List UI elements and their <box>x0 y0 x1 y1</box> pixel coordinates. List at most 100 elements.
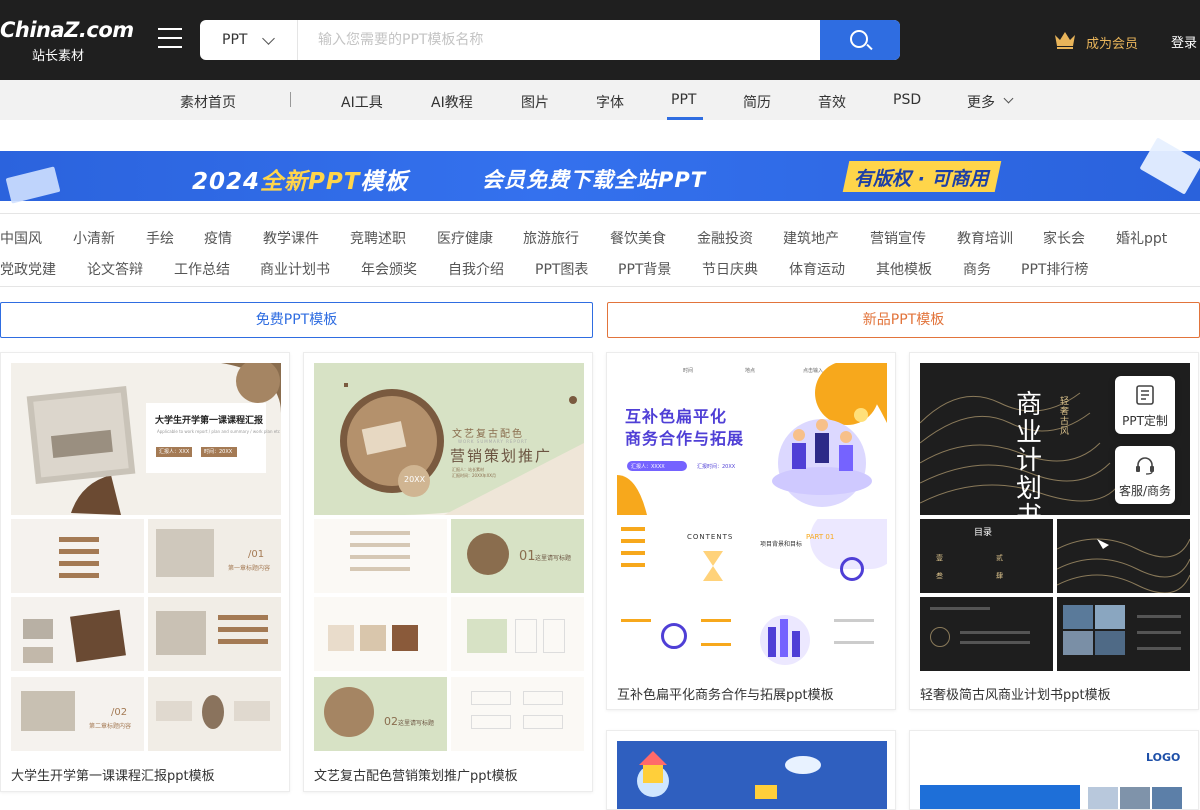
template-thumbnail: 大学生开学第一课课程汇报 Applicable to work report /… <box>11 363 281 515</box>
cover-side-label: 轻奢古风 <box>1060 397 1070 437</box>
tag-link[interactable]: 教育培训 <box>957 228 1013 248</box>
nav-item-ai-tools[interactable]: AI工具 <box>341 92 383 112</box>
template-title[interactable]: 文艺复古配色营销策划推广ppt模板 <box>314 765 518 784</box>
template-title[interactable]: 互补色扁平化商务合作与拓展ppt模板 <box>617 684 834 703</box>
tag-link[interactable]: 商务 <box>963 259 991 279</box>
slide-thumbnail <box>920 597 1053 671</box>
hamburger-menu-icon[interactable] <box>158 28 182 50</box>
slide-thumbnail <box>1057 597 1190 671</box>
customer-service-label: 客服/商务 <box>1118 484 1172 498</box>
slide-label: 第二章标题内容 <box>89 723 132 730</box>
template-card[interactable]: LOGO <box>909 730 1199 810</box>
slide-thumbnail <box>11 519 144 593</box>
slide-thumbnail <box>617 597 750 671</box>
cover-heading: 文艺复古配色 <box>452 429 524 440</box>
banner-title: 2024全新PPT模板 <box>192 169 409 195</box>
tag-link[interactable]: 营销宣传 <box>870 228 926 248</box>
banner-tag: 有版权 · 可商用 <box>854 168 989 190</box>
template-title[interactable]: 大学生开学第一课课程汇报ppt模板 <box>11 765 215 784</box>
logo-subtitle: 站长素材 <box>32 49 85 64</box>
tag-link[interactable]: 餐饮美食 <box>610 228 666 248</box>
tag-link[interactable]: 节日庆典 <box>702 259 758 279</box>
cover-tag: 汇报人：XXX <box>159 449 190 455</box>
slide-thumbnail: 01 这里请写标题 <box>451 519 584 593</box>
cover-badge: 20XX <box>404 475 426 484</box>
nav-divider <box>290 92 291 107</box>
tag-link[interactable]: 金融投资 <box>697 228 753 248</box>
search-category-dropdown[interactable]: PPT <box>200 20 298 60</box>
slide-thumbnail <box>451 597 584 671</box>
tag-link[interactable]: PPT排行榜 <box>1021 259 1088 279</box>
slide-thumbnail <box>754 597 887 671</box>
tag-link[interactable]: 党政党建 <box>0 259 56 279</box>
template-card[interactable]: 时间 地点 点击输入 互补色扁平化 商务合作与拓展 汇报人：XXXX 汇报时间：… <box>606 352 896 710</box>
tag-link[interactable]: 婚礼ppt <box>1116 228 1167 248</box>
nav-item-more[interactable]: 更多 <box>967 92 995 112</box>
search-category-label: PPT <box>222 32 248 48</box>
customer-service-button[interactable]: 客服/商务 <box>1115 446 1175 504</box>
search-button[interactable] <box>820 20 900 60</box>
nav-item-home[interactable]: 素材首页 <box>180 92 236 112</box>
logo-wordmark: ChinaZ.com <box>0 18 134 42</box>
cover-subtitle: WORK SUMMARY REPORT <box>458 439 528 444</box>
tag-link[interactable]: 年会颁奖 <box>361 259 417 279</box>
tag-link[interactable]: 手绘 <box>146 228 174 248</box>
tag-link[interactable]: 旅游旅行 <box>523 228 579 248</box>
template-title[interactable]: 轻奢极简古风商业计划书ppt模板 <box>920 684 1111 703</box>
login-link[interactable]: 登录 <box>1171 32 1197 51</box>
tag-link[interactable]: 家长会 <box>1043 228 1085 248</box>
tag-link[interactable]: 教学课件 <box>263 228 319 248</box>
tag-link[interactable]: PPT图表 <box>535 259 588 279</box>
tab-new-ppt[interactable]: 新品PPT模板 <box>607 302 1200 338</box>
promo-banner[interactable]: 2024全新PPT模板 会员免费下载全站PPT 有版权 · 可商用 <box>0 151 1200 201</box>
template-card[interactable]: 文艺复古配色 WORK SUMMARY REPORT 营销策划推广 汇报人：站长… <box>303 352 593 792</box>
cover-tag: 时间：20XX <box>204 449 233 455</box>
tag-link[interactable]: 体育运动 <box>789 259 845 279</box>
nav-item-ai-tutorials[interactable]: AI教程 <box>431 92 473 112</box>
nav-item-fonts[interactable]: 字体 <box>596 92 624 112</box>
tag-link[interactable]: 小清新 <box>73 228 115 248</box>
ppt-custom-button[interactable]: PPT定制 <box>1115 376 1175 434</box>
site-logo[interactable]: ChinaZ.com 站长素材 <box>0 14 134 66</box>
logo-placeholder: LOGO <box>1146 751 1181 764</box>
search-input[interactable] <box>318 20 818 60</box>
cover-meta: 汇报人：XXXX <box>631 464 665 470</box>
slide-thumbnail <box>1057 519 1190 593</box>
nav-item-psd[interactable]: PSD <box>893 92 921 108</box>
cover-heading: 商业计划书 <box>1016 390 1043 515</box>
nav-item-images[interactable]: 图片 <box>521 92 549 112</box>
tab-free-ppt[interactable]: 免费PPT模板 <box>0 302 593 338</box>
slide-label: 目录 <box>974 528 993 538</box>
tag-link[interactable]: 医疗健康 <box>437 228 493 248</box>
tag-link[interactable]: 自我介绍 <box>448 259 504 279</box>
tag-link[interactable]: 其他模板 <box>876 259 932 279</box>
slide-label: 叁 <box>936 572 943 580</box>
template-card[interactable]: 大学生开学第一课课程汇报 Applicable to work report /… <box>0 352 290 792</box>
slide-thumbnail: /01 第一章标题内容 <box>148 519 281 593</box>
nav-item-resume[interactable]: 简历 <box>743 92 771 112</box>
cover-heading: 营销策划推广 <box>450 447 553 465</box>
tag-link[interactable]: 中国风 <box>0 228 42 248</box>
tag-link[interactable]: 工作总结 <box>174 259 230 279</box>
template-card[interactable] <box>606 730 896 810</box>
tag-link[interactable]: 商业计划书 <box>260 259 330 279</box>
slide-thumbnail: 02 这里请写标题 <box>314 677 447 751</box>
tag-link[interactable]: 疫情 <box>204 228 232 248</box>
nav-item-ppt[interactable]: PPT <box>671 92 696 108</box>
tag-link[interactable]: 论文答辩 <box>87 259 143 279</box>
nav-item-sound[interactable]: 音效 <box>818 92 846 112</box>
cover-label: 时间 <box>683 368 694 374</box>
cover-heading: 大学生开学第一课课程汇报 <box>155 416 264 426</box>
cover-heading: 互补色扁平化 <box>625 407 728 426</box>
slide-thumbnail: CONTENTS <box>617 519 750 593</box>
slide-thumbnail <box>148 597 281 671</box>
slide-number: /01 <box>248 549 265 560</box>
cover-label: 地点 <box>745 368 756 374</box>
tag-link[interactable]: 建筑地产 <box>783 228 839 248</box>
tag-link[interactable]: PPT背景 <box>618 259 671 279</box>
template-thumbnail: 时间 地点 点击输入 互补色扁平化 商务合作与拓展 汇报人：XXXX 汇报时间：… <box>617 363 887 515</box>
tag-link[interactable]: 竞聘述职 <box>350 228 406 248</box>
slide-label: 肆 <box>996 572 1003 580</box>
cover-subtitle: Applicable to work report / plan and sum… <box>157 429 280 434</box>
slide-label: 壹 <box>936 554 943 562</box>
